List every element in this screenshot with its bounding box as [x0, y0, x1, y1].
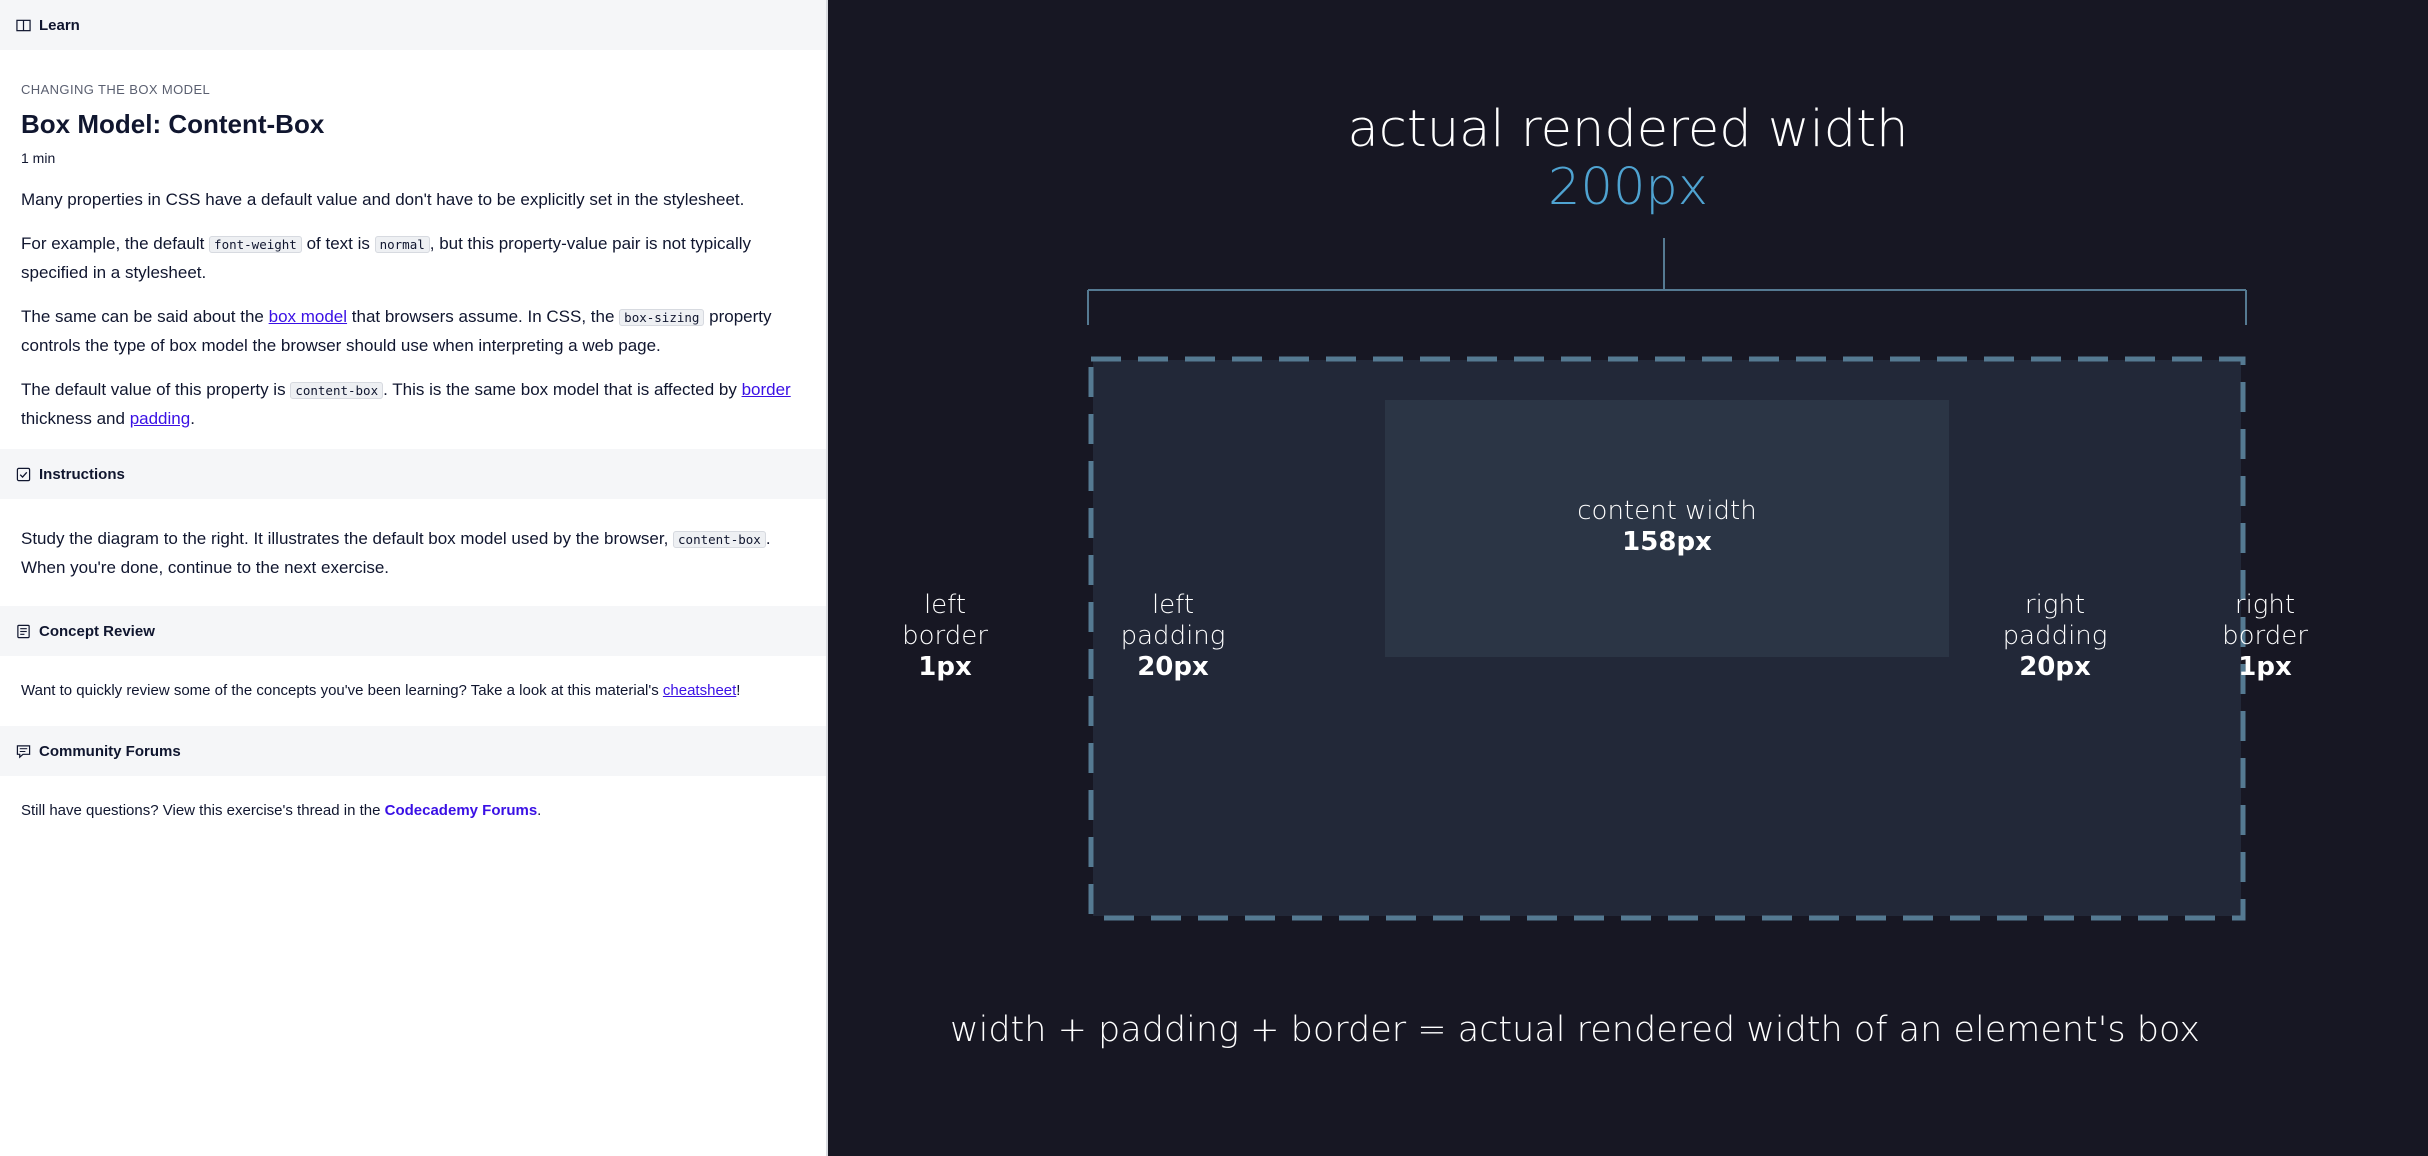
- cheatsheet-link[interactable]: cheatsheet: [663, 682, 736, 699]
- text: . This is the same box model that is aff…: [383, 380, 742, 399]
- label-line: right: [2234, 590, 2296, 620]
- community-forums-title: Community Forums: [39, 742, 181, 760]
- label-value: 20px: [2019, 652, 2091, 682]
- code-box-sizing: box-sizing: [619, 309, 705, 326]
- lesson-eyebrow: CHANGING THE BOX MODEL: [21, 82, 211, 97]
- text: thickness and: [21, 409, 130, 428]
- border-link[interactable]: border: [742, 380, 791, 399]
- book-icon: [16, 19, 31, 31]
- text: Want to quickly review some of the conce…: [21, 682, 663, 699]
- code-font-weight: font-weight: [209, 236, 302, 253]
- text: .: [190, 409, 195, 428]
- lesson-title: Box Model: Content-Box: [21, 109, 325, 139]
- width-bracket: [1087, 238, 2247, 325]
- label-line: border: [902, 621, 988, 651]
- content-width-text: content width: [1577, 496, 1757, 526]
- padding-link[interactable]: padding: [130, 409, 191, 428]
- content-width-value: 158px: [1622, 527, 1712, 557]
- community-forums-body: Still have questions? View this exercise…: [0, 776, 826, 846]
- paragraph-3: The same can be said about the box model…: [21, 303, 805, 360]
- lesson-duration: 1 min: [21, 150, 56, 166]
- label-line: right: [2024, 590, 2086, 620]
- document-icon: [17, 624, 30, 638]
- text: The default value of this property is: [21, 380, 291, 399]
- left-padding-label: left padding 20px: [1108, 590, 1238, 683]
- label-line: padding: [2002, 621, 2108, 651]
- paragraph-1: Many properties in CSS have a default va…: [21, 190, 745, 209]
- label-value: 1px: [2238, 652, 2292, 682]
- text: !: [736, 682, 741, 699]
- text: For example, the default: [21, 234, 210, 253]
- paragraph-2: For example, the default font-weight of …: [21, 230, 805, 287]
- instructions-title: Instructions: [39, 465, 125, 483]
- checkbox-icon: [16, 467, 31, 481]
- label-value: 20px: [1137, 652, 1209, 682]
- box-model-link[interactable]: box model: [269, 307, 347, 326]
- right-padding-label: right padding 20px: [1990, 590, 2120, 683]
- code-normal: normal: [374, 236, 430, 253]
- lesson-panel: Learn CHANGING THE BOX MODEL Box Model: …: [0, 0, 828, 1156]
- learn-header: Learn: [0, 0, 826, 50]
- text: Study the diagram to the right. It illus…: [21, 529, 674, 548]
- community-forums-header: Community Forums: [0, 726, 826, 776]
- text: that browsers assume. In CSS, the: [347, 307, 620, 326]
- label-line: left: [1151, 590, 1195, 620]
- content-width-label: content width 158px: [1385, 496, 1949, 558]
- chat-icon: [16, 744, 31, 758]
- box-model-equation: width + padding + border = actual render…: [949, 1010, 2201, 1050]
- text: The same can be said about the: [21, 307, 269, 326]
- concept-review-body: Want to quickly review some of the conce…: [0, 656, 826, 726]
- label-line: border: [2222, 621, 2308, 651]
- concept-review-header: Concept Review: [0, 606, 826, 656]
- text: of text is: [301, 234, 375, 253]
- lesson-content: CHANGING THE BOX MODEL Box Model: Conten…: [0, 76, 826, 433]
- codecademy-forums-link[interactable]: Codecademy Forums: [385, 802, 538, 819]
- box-model-diagram: [1087, 238, 2247, 921]
- label-line: left: [923, 590, 967, 620]
- concept-review-title: Concept Review: [39, 622, 155, 640]
- diagram-panel: actual rendered width 200px content widt…: [828, 0, 2428, 1156]
- text: Still have questions? View this exercise…: [21, 802, 385, 819]
- learn-title: Learn: [39, 16, 80, 34]
- code-content-box: content-box: [673, 531, 766, 548]
- code-content-box: content-box: [290, 382, 384, 399]
- label-value: 1px: [918, 652, 972, 682]
- label-line: padding: [1120, 621, 1226, 651]
- paragraph-4: The default value of this property is co…: [21, 376, 805, 433]
- text: .: [537, 802, 542, 819]
- instructions-header: Instructions: [0, 449, 826, 499]
- left-border-label: left border 1px: [890, 590, 1000, 683]
- right-border-label: right border 1px: [2210, 590, 2320, 683]
- instructions-body: Study the diagram to the right. It illus…: [0, 499, 826, 606]
